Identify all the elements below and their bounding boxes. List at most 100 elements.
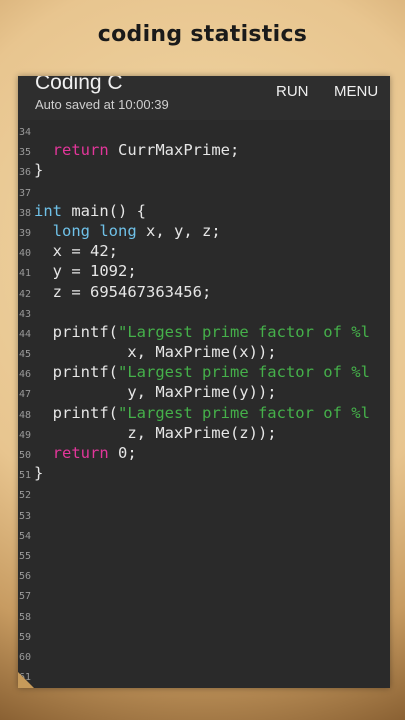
- line-number: 38: [19, 207, 32, 219]
- video-caption: coding statistics: [97, 22, 308, 47]
- line-number: 55: [19, 550, 32, 562]
- code-token: z, MaxPrime(z));: [34, 423, 277, 442]
- code-text: x, MaxPrime(x));: [34, 342, 276, 362]
- code-text: }: [34, 160, 43, 180]
- code-text: printf("Largest prime factor of %l: [34, 322, 370, 342]
- code-token: x, y, z;: [136, 221, 221, 240]
- line-number: 47: [19, 389, 32, 401]
- code-line[interactable]: 37: [18, 181, 390, 201]
- code-line[interactable]: 48 printf("Largest prime factor of %l: [18, 403, 390, 423]
- line-number: 37: [19, 187, 32, 199]
- code-token: 0;: [108, 444, 137, 462]
- code-text: int main() {: [34, 201, 146, 221]
- line-number: 41: [19, 268, 32, 280]
- code-token: printf(: [34, 363, 118, 382]
- code-line[interactable]: 40 x = 42;: [18, 241, 390, 261]
- app-title: Coding C: [35, 76, 123, 94]
- run-button[interactable]: RUN: [276, 83, 309, 100]
- line-number: 45: [19, 349, 32, 361]
- code-token: x = 42;: [34, 242, 118, 261]
- phone-screen: Coding C Auto saved at 10:00:39 RUN MENU…: [18, 76, 390, 688]
- line-number: 51: [19, 470, 32, 482]
- code-token: z = 695467363456;: [34, 282, 212, 301]
- keyword: int: [34, 201, 62, 220]
- line-number: 36: [19, 167, 32, 179]
- corner-decoration: [18, 672, 34, 688]
- line-number: 56: [19, 571, 32, 583]
- code-line[interactable]: 44 printf("Largest prime factor of %l: [18, 322, 390, 342]
- code-line[interactable]: 41 y = 1092;: [18, 261, 390, 281]
- keyword: return: [52, 444, 109, 462]
- code-text: printf("Largest prime factor of %l: [34, 403, 370, 423]
- code-line[interactable]: 52: [18, 483, 390, 503]
- code-line[interactable]: 35 return CurrMaxPrime;: [18, 140, 390, 160]
- line-number: 44: [19, 328, 32, 340]
- code-text: long long x, y, z;: [34, 221, 221, 241]
- line-number: 43: [19, 308, 32, 320]
- code-token: printf(: [34, 322, 118, 341]
- line-number: 58: [19, 611, 32, 623]
- code-line[interactable]: 43: [18, 302, 390, 322]
- code-line[interactable]: 42 z = 695467363456;: [18, 282, 390, 302]
- line-number: 52: [19, 490, 32, 502]
- code-line[interactable]: 61: [18, 665, 390, 685]
- line-number: 35: [19, 147, 32, 159]
- string-literal: "Largest prime factor of %l: [118, 403, 370, 422]
- line-number: 48: [19, 409, 32, 421]
- code-token: main() {: [62, 201, 146, 220]
- line-number: 40: [19, 248, 32, 260]
- code-text: return CurrMaxPrime;: [34, 140, 240, 160]
- line-number: 57: [19, 591, 32, 603]
- menu-button[interactable]: MENU: [334, 83, 378, 100]
- line-number: 34: [19, 127, 32, 138]
- code-token: }: [34, 464, 44, 483]
- line-number: 49: [19, 429, 32, 441]
- autosave-status: Auto saved at 10:00:39: [35, 97, 169, 112]
- code-line[interactable]: 36}: [18, 160, 390, 180]
- code-line[interactable]: 46 printf("Largest prime factor of %l: [18, 362, 390, 382]
- line-number: 46: [19, 369, 32, 381]
- code-line[interactable]: 45 x, MaxPrime(x));: [18, 342, 390, 362]
- code-text: x = 42;: [34, 241, 118, 261]
- code-line[interactable]: 58: [18, 605, 390, 625]
- code-line[interactable]: 53: [18, 504, 390, 524]
- code-line[interactable]: 60: [18, 645, 390, 665]
- code-token: y = 1092;: [34, 262, 137, 281]
- line-number: 50: [19, 450, 32, 461]
- code-token: }: [34, 161, 44, 180]
- line-number: 53: [19, 510, 32, 522]
- code-line[interactable]: 55: [18, 544, 390, 564]
- code-editor[interactable]: 34 35 return CurrMaxPrime; 36} 37 38 int main…: [18, 120, 390, 688]
- code-text: }: [34, 463, 43, 483]
- code-line[interactable]: 39 long long x, y, z;: [18, 221, 390, 241]
- code-line[interactable]: 49 z, MaxPrime(z));: [18, 423, 390, 443]
- code-text: printf("Largest prime factor of %l: [34, 362, 370, 382]
- app-bar: Coding C Auto saved at 10:00:39 RUN MENU: [18, 76, 390, 120]
- code-text: z, MaxPrime(z));: [34, 423, 277, 443]
- code-line[interactable]: 59: [18, 625, 390, 645]
- code-line[interactable]: 50 return 0;: [18, 443, 390, 463]
- line-number: 59: [19, 631, 32, 643]
- string-literal: "Largest prime factor of %l: [118, 322, 370, 341]
- code-line[interactable]: 38 int main() {: [18, 201, 390, 221]
- string-literal: "Largest prime factor of %l: [118, 363, 370, 382]
- line-number: 54: [19, 530, 32, 542]
- code-text: y = 1092;: [34, 261, 137, 281]
- keyword: long long: [52, 221, 137, 240]
- code-line[interactable]: 47 y, MaxPrime(y));: [18, 382, 390, 402]
- line-number: 39: [19, 227, 32, 239]
- code-line[interactable]: 51}: [18, 463, 390, 483]
- code-line[interactable]: 54: [18, 524, 390, 544]
- keyword: return: [52, 141, 109, 160]
- code-line[interactable]: 56: [18, 564, 390, 584]
- code-text: y, MaxPrime(y));: [34, 382, 277, 402]
- code-line[interactable]: 57: [18, 584, 390, 604]
- code-token: printf(: [34, 403, 118, 422]
- line-number: 60: [19, 651, 32, 663]
- code-text: return 0;: [34, 443, 137, 463]
- code-line[interactable]: 34: [18, 120, 390, 140]
- code-token: y, MaxPrime(y));: [34, 383, 277, 402]
